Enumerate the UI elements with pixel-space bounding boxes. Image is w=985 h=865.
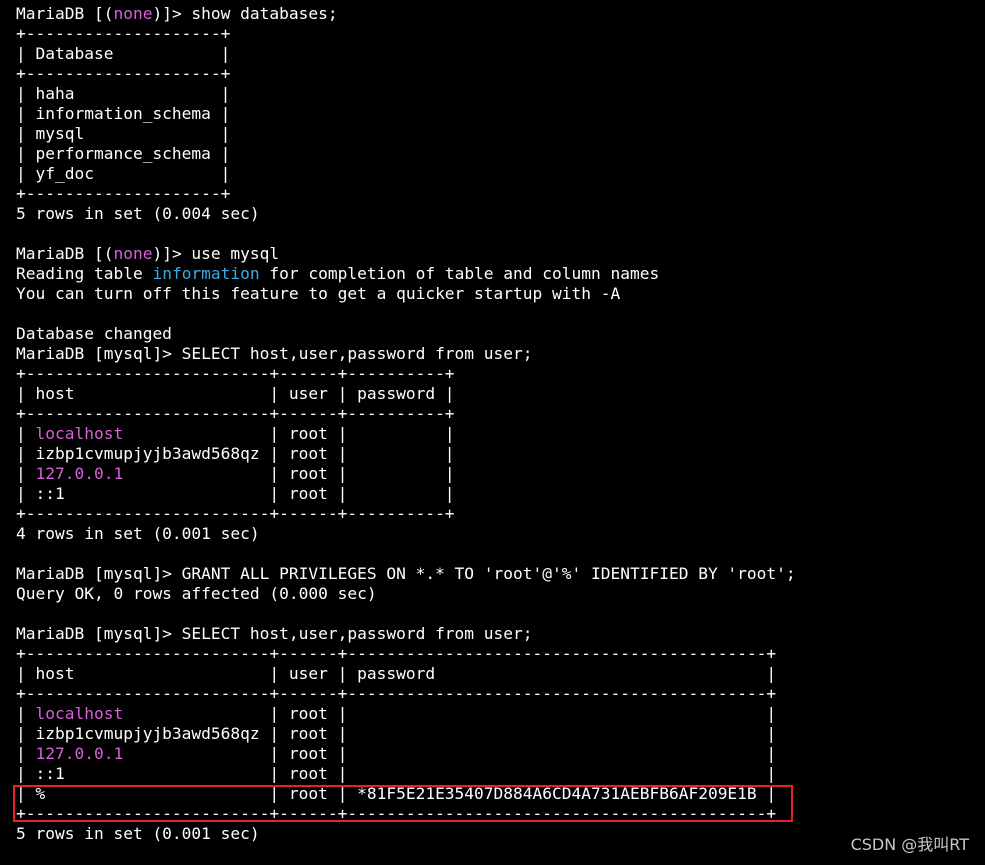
- terminal-text: none: [113, 244, 153, 263]
- terminal-text: 4 rows in set (0.001 sec): [16, 524, 260, 543]
- terminal-line: | performance_schema |: [16, 144, 796, 164]
- terminal-text: )]> show databases;: [152, 4, 338, 23]
- terminal-line: MariaDB [(none)]> use mysql: [16, 244, 796, 264]
- terminal-text: You can turn off this feature to get a q…: [16, 284, 621, 303]
- terminal-line: | localhost | root | |: [16, 704, 796, 724]
- terminal-line: 4 rows in set (0.001 sec): [16, 524, 796, 544]
- terminal-text: 127.0.0.1: [35, 744, 124, 763]
- terminal-line: | Database |: [16, 44, 796, 64]
- terminal-line: +-------------------------+------+------…: [16, 504, 796, 524]
- terminal-line: | 127.0.0.1 | root | |: [16, 744, 796, 764]
- terminal-line: | mysql |: [16, 124, 796, 144]
- watermark: CSDN @我叫RT: [850, 835, 969, 854]
- terminal-line: | 127.0.0.1 | root | |: [16, 464, 796, 484]
- terminal-line: | localhost | root | |: [16, 424, 796, 444]
- terminal-text: |: [16, 464, 36, 483]
- terminal-text: | ::1 | root | |: [16, 764, 777, 783]
- terminal-text: localhost: [35, 704, 124, 723]
- terminal-text: | host | user | password |: [16, 384, 455, 403]
- terminal-line: | information_schema |: [16, 104, 796, 124]
- terminal-text: | ::1 | root | |: [16, 484, 455, 503]
- terminal-text: |: [16, 424, 36, 443]
- terminal-text: +-------------------------+------+------…: [16, 404, 455, 423]
- terminal-line: | haha |: [16, 84, 796, 104]
- terminal-line: +-------------------------+------+------…: [16, 684, 796, 704]
- terminal-line: Query OK, 0 rows affected (0.000 sec): [16, 584, 796, 604]
- terminal-text: | root | |: [123, 464, 455, 483]
- terminal-line: | host | user | password |: [16, 384, 796, 404]
- terminal-text: | % | root | *81F5E21E35407D884A6CD4A731…: [16, 784, 777, 803]
- terminal-line: +-------------------------+------+------…: [16, 364, 796, 384]
- terminal-text: | yf_doc |: [16, 164, 231, 183]
- terminal-text: | host | user | password |: [16, 664, 777, 683]
- terminal-text: 127.0.0.1: [35, 464, 124, 483]
- terminal-text: +-------------------------+------+------…: [16, 804, 777, 823]
- terminal-text: +-------------------------+------+------…: [16, 644, 777, 663]
- terminal-line: MariaDB [mysql]> GRANT ALL PRIVILEGES ON…: [16, 564, 796, 584]
- terminal-text: Reading table: [16, 264, 153, 283]
- terminal-text: +-------------------------+------+------…: [16, 504, 455, 523]
- terminal-text: MariaDB [mysql]> GRANT ALL PRIVILEGES ON…: [16, 564, 796, 583]
- terminal-line: 5 rows in set (0.004 sec): [16, 204, 796, 224]
- terminal-text: | Database |: [16, 44, 231, 63]
- terminal-line: | % | root | *81F5E21E35407D884A6CD4A731…: [16, 784, 796, 804]
- terminal-line: MariaDB [(none)]> show databases;: [16, 4, 796, 24]
- terminal-text: Query OK, 0 rows affected (0.000 sec): [16, 584, 377, 603]
- terminal-line: | ::1 | root | |: [16, 764, 796, 784]
- terminal-text: )]> use mysql: [152, 244, 280, 263]
- terminal-text: | performance_schema |: [16, 144, 231, 163]
- terminal-text: +-------------------------+------+------…: [16, 364, 455, 383]
- terminal-text: for completion of table and column names: [259, 264, 660, 283]
- terminal-line: MariaDB [mysql]> SELECT host,user,passwo…: [16, 624, 796, 644]
- terminal-text: Database changed: [16, 324, 172, 343]
- terminal-text: | root | |: [123, 704, 777, 723]
- terminal-line: Reading table information for completion…: [16, 264, 796, 284]
- terminal-text: none: [113, 4, 153, 23]
- terminal-line: +--------------------+: [16, 24, 796, 44]
- terminal-text: | haha |: [16, 84, 231, 103]
- terminal-line: | ::1 | root | |: [16, 484, 796, 504]
- terminal-text: | izbp1cvmupjyjb3awd568qz | root | |: [16, 724, 777, 743]
- terminal-line: | yf_doc |: [16, 164, 796, 184]
- terminal-text: MariaDB [(: [16, 4, 114, 23]
- terminal-text: 5 rows in set (0.001 sec): [16, 824, 260, 843]
- terminal-text: localhost: [35, 424, 124, 443]
- terminal-line: | izbp1cvmupjyjb3awd568qz | root | |: [16, 444, 796, 464]
- terminal-text: +--------------------+: [16, 24, 231, 43]
- terminal-line: +--------------------+: [16, 184, 796, 204]
- terminal-text: |: [16, 744, 36, 763]
- terminal-text: | root | |: [123, 424, 455, 443]
- terminal-output: MariaDB [(none)]> show databases; +------…: [16, 4, 796, 844]
- terminal-line: +-------------------------+------+------…: [16, 404, 796, 424]
- terminal-line: | izbp1cvmupjyjb3awd568qz | root | |: [16, 724, 796, 744]
- terminal-text: +--------------------+: [16, 184, 231, 203]
- terminal-text: MariaDB [mysql]> SELECT host,user,passwo…: [16, 624, 533, 643]
- terminal-line: +-------------------------+------+------…: [16, 644, 796, 664]
- terminal-line: 5 rows in set (0.001 sec): [16, 824, 796, 844]
- terminal-line: MariaDB [mysql]> SELECT host,user,passwo…: [16, 344, 796, 364]
- terminal-text: | mysql |: [16, 124, 231, 143]
- terminal-text: +-------------------------+------+------…: [16, 684, 777, 703]
- terminal-text: MariaDB [mysql]> SELECT host,user,passwo…: [16, 344, 533, 363]
- terminal-text: | information_schema |: [16, 104, 231, 123]
- terminal-text: 5 rows in set (0.004 sec): [16, 204, 260, 223]
- terminal-line: +-------------------------+------+------…: [16, 804, 796, 824]
- terminal-text: MariaDB [(: [16, 244, 114, 263]
- terminal-line: You can turn off this feature to get a q…: [16, 284, 796, 304]
- terminal-line: | host | user | password |: [16, 664, 796, 684]
- terminal-line: Database changed: [16, 324, 796, 344]
- terminal-text: | izbp1cvmupjyjb3awd568qz | root | |: [16, 444, 455, 463]
- terminal-text: information: [152, 264, 260, 283]
- terminal-text: +--------------------+: [16, 64, 231, 83]
- terminal-line: +--------------------+: [16, 64, 796, 84]
- terminal-text: |: [16, 704, 36, 723]
- terminal-text: | root | |: [123, 744, 777, 763]
